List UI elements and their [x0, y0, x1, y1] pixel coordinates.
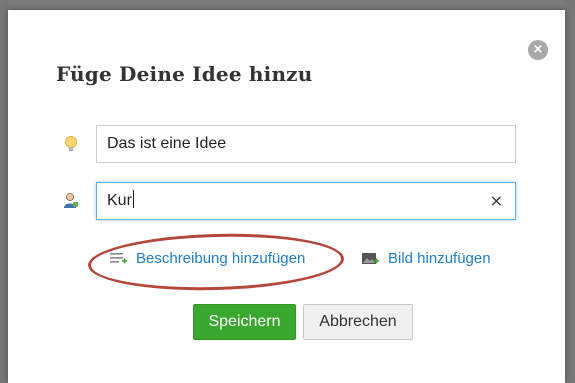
add-image-icon — [362, 252, 380, 270]
user-icon — [62, 192, 80, 210]
backdrop-right — [565, 0, 575, 383]
clear-input-icon[interactable]: × — [490, 183, 503, 219]
idea-title-value: Das ist eine Idee — [107, 135, 227, 152]
add-description-label: Beschreibung hinzufügen — [136, 250, 306, 267]
idea-title-input[interactable]: Das ist eine Idee — [96, 125, 516, 163]
lightbulb-icon — [62, 135, 80, 153]
add-image-link[interactable]: Bild hinzufügen — [362, 250, 491, 270]
add-image-label: Bild hinzufügen — [388, 250, 491, 267]
text-caret — [132, 190, 134, 208]
add-description-icon — [110, 252, 128, 270]
dialog-title: Füge Deine Idee hinzu — [56, 62, 313, 86]
save-button[interactable]: Speichern — [193, 304, 296, 340]
person-search-input[interactable]: Kur × — [96, 182, 516, 220]
backdrop-left — [0, 0, 8, 383]
cancel-button[interactable]: Abbrechen — [303, 304, 413, 340]
person-search-value: Kur — [107, 192, 132, 209]
backdrop — [0, 0, 575, 10]
close-icon[interactable]: × — [528, 40, 548, 60]
add-description-link[interactable]: Beschreibung hinzufügen — [110, 250, 305, 270]
